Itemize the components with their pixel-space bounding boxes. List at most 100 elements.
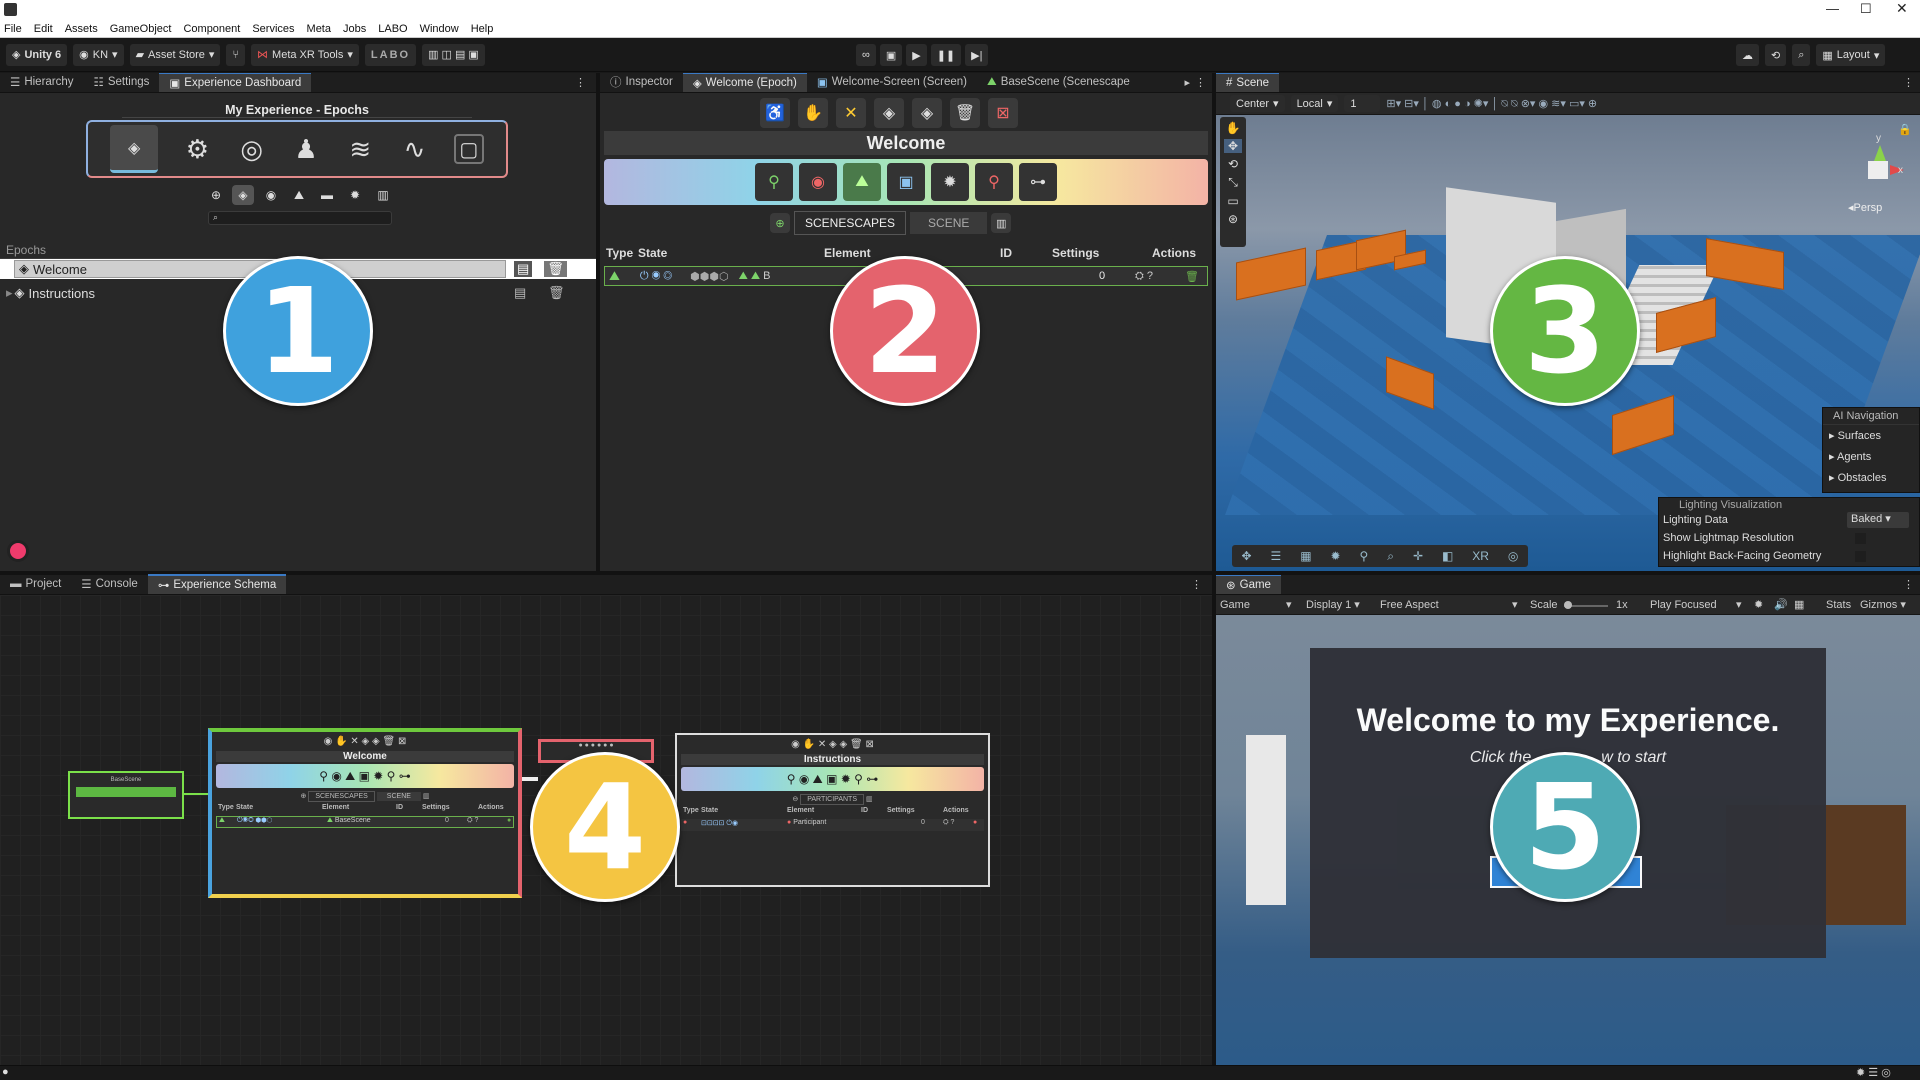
meta-quest-link-icon[interactable] [7,540,29,562]
labo-toolbar-button[interactable]: LABO [364,43,417,66]
schema-icon[interactable]: ▤ [514,285,526,301]
nav-icon[interactable]: ⚲ [1360,549,1369,563]
account-button[interactable]: ◉ KN ▾ [73,43,124,66]
minimize-button[interactable]: — [1826,1,1839,16]
more-menu-icon[interactable]: ⋮ [1195,76,1206,89]
close-button[interactable]: ✕ [1896,0,1908,17]
schema-node-instructions[interactable]: ◉ ✋ ✕ ◈ ◈ 🗑 ⊠ Instructions ⚲ ◉ ⛰ ▣ ✹ ⚲ ⊶… [675,733,990,887]
stats-icon[interactable]: ▦ [1794,598,1804,611]
menu-gameobject[interactable]: GameObject [110,23,172,35]
more-menu-icon[interactable]: ⋮ [1903,76,1914,89]
more-menu-icon[interactable]: ⋮ [1903,578,1914,591]
trash-icon[interactable]: 🗑 [950,98,980,128]
tab-settings[interactable]: ☷ Settings [84,73,160,92]
stats-button[interactable]: Stats [1826,599,1851,611]
marker-icon[interactable]: ⚲ [975,163,1013,201]
tab-scene[interactable]: SCENE [910,212,988,234]
expand-arrow-icon[interactable]: ▸ [6,285,13,301]
actions-icons[interactable]: ⛭ ? [1135,270,1153,283]
add-icon[interactable]: ⊕ [206,185,226,205]
screen-icon[interactable]: ▣ [887,163,925,201]
lightmap-resolution-checkbox[interactable] [1855,533,1866,544]
waveform-icon[interactable]: ∿ [400,134,430,164]
align-icon[interactable]: ☰ [1270,549,1281,563]
status-right-icons[interactable]: ✹ ☰ ◎ [1856,1066,1891,1079]
move-tool-icon[interactable]: ✥ [1223,139,1243,153]
history-icon[interactable]: ⟲ [1765,44,1787,66]
state-options[interactable]: ⬢⬢⬢⬡ [690,270,728,283]
state-toggles[interactable]: ⏻ ◉ ◎ [640,270,672,283]
scale-slider-thumb[interactable] [1564,601,1572,609]
element-field[interactable]: ⛰ ⛰ B [739,270,771,283]
step-button[interactable]: ▶| [965,44,989,66]
audio-icon[interactable]: 🔊 [1774,598,1788,611]
lock-icon[interactable]: 🔒 [1898,123,1912,136]
grid-snap-icon[interactable]: ▦ [1300,549,1311,563]
scenescape-filter-icon[interactable]: ⛰ [288,185,310,205]
menu-meta[interactable]: Meta [307,23,331,35]
search-icon[interactable]: ⌕ [1792,44,1811,66]
runner-icon[interactable]: ♿ [760,98,790,128]
node-instructions-table-row[interactable]: ● ⊡⊡⊡⊡ ⏻◉ ● Participant 0 ⛭ ? ● [681,819,984,831]
menu-component[interactable]: Component [183,23,240,35]
tab-game[interactable]: ⊛ Game [1216,575,1281,594]
render-icon[interactable]: ◧ [1442,549,1453,563]
menu-help[interactable]: Help [471,23,494,35]
event-icon[interactable]: ◎ [237,134,267,164]
multiplayer-icon[interactable]: ∞ [856,44,876,66]
back-facing-checkbox[interactable] [1855,551,1866,562]
light-filter-icon[interactable]: ✹ [344,185,366,205]
lighting-data-dropdown[interactable]: Baked ▾ [1847,512,1909,528]
grid-size-field[interactable]: 1 [1344,95,1381,112]
hand-tool-icon[interactable]: ✋ [1226,121,1241,135]
zoom-icon[interactable]: ⌕ [1387,549,1394,564]
node-welcome-table-row[interactable]: ⛰ ⏻◉◎ ⬢⬢⬡ ⛰ BaseScene 0 ⛭ ? ● [216,816,514,828]
tools-icon[interactable]: ✕ [836,98,866,128]
schema-icon[interactable]: ⊶ [1019,163,1057,201]
ai-nav-agents[interactable]: ▸ Agents [1823,446,1919,467]
scale-tool-icon[interactable]: ⤡ [1228,175,1238,190]
location-pin-icon[interactable]: ⚲ [755,163,793,201]
tab-welcome-screen[interactable]: ▣ Welcome-Screen (Screen) [807,73,977,92]
tab-project[interactable]: ▬ Project [0,574,71,594]
menu-jobs[interactable]: Jobs [343,23,366,35]
orientation-gizmo[interactable]: y x [1852,133,1906,191]
meta-xr-tools-button[interactable]: ⋈ Meta XR Tools ▾ [251,43,359,66]
tab-scenescapes[interactable]: SCENESCAPES [794,211,907,235]
light-icon[interactable]: ✹ [1331,549,1341,563]
pivot-icon[interactable]: ✛ [1413,549,1423,563]
scene-tool-icons[interactable]: ⊞▾ ⊟▾ │ ◍ ◐ ● ◑ ✺▾ │ ⍉ ⍉ ⊗▾ ◉ ≋▾ ▭▾ ⊕ [1386,97,1597,111]
menu-labo[interactable]: LABO [378,23,407,35]
display-dropdown[interactable]: Display 1 ▾ [1306,598,1360,611]
ai-nav-surfaces[interactable]: ▸ Surfaces [1823,425,1919,446]
unity-version-button[interactable]: ◈ Unity 6 [6,43,68,66]
tab-welcome-epoch[interactable]: ◈ Welcome (Epoch) [682,73,807,92]
epoch-icon[interactable]: ◈ [874,98,904,128]
tab-console[interactable]: ☰ Console [71,574,148,594]
participant-filter-icon[interactable]: ◉ [260,185,282,205]
ai-icon[interactable]: ▢ [453,134,484,164]
labo-tools-icons[interactable]: ▥ ◫ ▤ ▣ [422,43,485,66]
delete-row-icon[interactable]: 🗑 [1185,270,1199,283]
gizmo-y-cone[interactable] [1874,145,1886,161]
gear-icon[interactable]: ⚙ [182,134,212,164]
epoch-filter-icon[interactable]: ◈ [232,185,254,205]
pivot-center-dropdown[interactable]: Center ▾ [1230,95,1285,112]
tab-inspector[interactable]: ⓘ Inspector [600,73,683,92]
schema-icon[interactable]: ▤ [514,261,533,277]
xr-icon[interactable]: XR [1472,549,1489,563]
ai-nav-obstacles[interactable]: ▸ Obstacles [1823,467,1919,488]
transform-tool-icon[interactable]: ⊛ [1228,212,1238,226]
gizmo-center-cube[interactable] [1868,161,1888,179]
add-icon[interactable]: ⊕ [770,213,790,233]
play-focused-dropdown[interactable]: Play Focused [1650,599,1717,611]
version-control-button[interactable]: ⑂ [226,43,246,66]
menu-file[interactable]: File [4,23,22,35]
tab-scene[interactable]: # Scene [1216,73,1280,92]
tab-basescene-scenescape[interactable]: ⛰ BaseScene (Scenescape [977,73,1140,92]
delete-icon[interactable]: 🗑 [548,285,565,301]
participant-icon[interactable]: ◉ [799,163,837,201]
device-sim-icon[interactable]: ▣ [879,44,903,66]
dashboard-search-input[interactable]: ⌕ [208,211,392,225]
debug-icon[interactable]: ✹ [1754,598,1763,611]
